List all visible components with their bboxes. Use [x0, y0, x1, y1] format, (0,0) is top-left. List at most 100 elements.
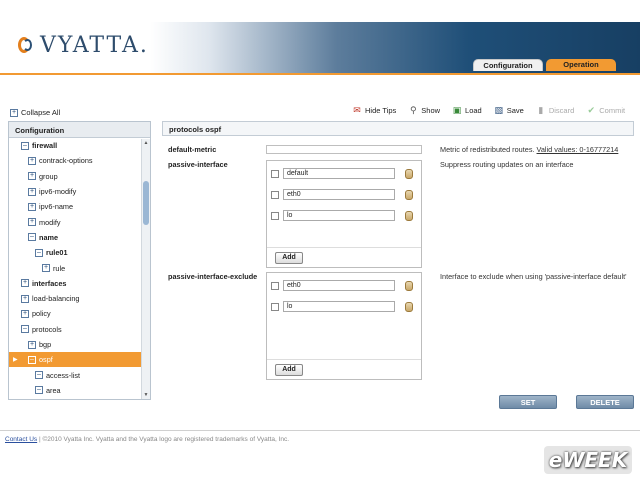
collapse-icon[interactable]: –: [21, 325, 29, 334]
delete-button[interactable]: DELETE: [576, 395, 634, 409]
scroll-down-icon[interactable]: ▼: [142, 391, 150, 399]
tree-item[interactable]: + group: [9, 169, 150, 184]
scroll-thumb[interactable]: [143, 181, 149, 225]
footer-divider: [0, 430, 640, 431]
tree-item[interactable]: + ipv6-modify: [9, 184, 150, 199]
passive-interface-exclude-tip: Interface to exclude when using 'passive…: [440, 272, 627, 281]
hide-tips-label: Hide Tips: [365, 105, 397, 115]
tree-item[interactable]: – area: [9, 383, 150, 398]
commit-button[interactable]: ✔ Commit: [586, 105, 625, 115]
expand-icon[interactable]: +: [28, 340, 36, 349]
app-header: VYATTA. Configuration Operation: [0, 0, 640, 74]
set-button[interactable]: SET: [499, 395, 557, 409]
value-checkbox[interactable]: [271, 211, 279, 220]
add-passive-interface-button[interactable]: Add: [275, 252, 303, 264]
value-checkbox[interactable]: [271, 190, 279, 199]
tree-item[interactable]: + rule: [9, 260, 150, 275]
tree-item[interactable]: – protocols: [9, 322, 150, 337]
value-row: eth0: [271, 189, 413, 200]
collapse-icon[interactable]: –: [21, 141, 29, 150]
valid-values-link[interactable]: Valid values: 0-16777214: [537, 145, 619, 154]
tree-item[interactable]: + bgp: [9, 337, 150, 352]
contact-us-link[interactable]: Contact Us: [5, 436, 37, 443]
expand-icon[interactable]: +: [28, 218, 36, 227]
tree-item-label: ipv6-name: [39, 202, 74, 212]
add-passive-interface-exclude-button[interactable]: Add: [275, 364, 303, 376]
collapse-icon[interactable]: –: [35, 371, 43, 380]
value-input[interactable]: lo: [283, 301, 395, 312]
value-input[interactable]: eth0: [283, 280, 395, 291]
tree-item[interactable]: – access-list: [9, 367, 150, 382]
collapse-icon[interactable]: –: [35, 386, 43, 395]
default-metric-tip-text: Metric of redistributed routes.: [440, 145, 535, 154]
tree-item[interactable]: ▶ – ospf: [9, 352, 150, 368]
trash-icon: ▮: [538, 105, 544, 115]
database-icon[interactable]: [405, 189, 413, 200]
load-icon: ▣: [452, 105, 462, 115]
database-icon[interactable]: [405, 280, 413, 291]
magnifier-icon: ⚲: [409, 105, 417, 115]
expand-icon[interactable]: +: [28, 172, 36, 181]
tree-item-label: contrack-options: [39, 156, 93, 166]
tree-item[interactable]: – rule01: [9, 245, 150, 260]
eweek-watermark: eWEEK: [544, 446, 632, 474]
load-label: Load: [465, 105, 482, 115]
expand-icon[interactable]: +: [21, 279, 29, 288]
save-button[interactable]: ▧ Save: [494, 105, 523, 115]
tree-item[interactable]: –auto-cost: [9, 398, 150, 399]
collapse-icon[interactable]: –: [28, 355, 36, 364]
collapse-icon[interactable]: –: [35, 248, 43, 257]
load-button[interactable]: ▣ Load: [452, 105, 482, 115]
default-metric-input[interactable]: [266, 145, 422, 154]
default-metric-label: default-metric: [168, 145, 217, 154]
expand-icon[interactable]: +: [42, 264, 50, 273]
passive-interface-label: passive-interface: [168, 160, 228, 169]
tree-item-label: policy: [32, 309, 51, 319]
default-metric-tip: Metric of redistributed routes. Valid va…: [440, 145, 618, 154]
value-checkbox[interactable]: [271, 169, 279, 178]
tree-item-label: group: [39, 171, 58, 181]
value-checkbox[interactable]: [271, 302, 279, 311]
expand-icon[interactable]: +: [28, 202, 36, 211]
tree-scrollbar[interactable]: ▲ ▼: [141, 139, 150, 399]
database-icon[interactable]: [405, 168, 413, 179]
expand-icon[interactable]: +: [21, 309, 29, 318]
tree-item[interactable]: – firewall: [9, 138, 150, 153]
divider: [267, 247, 421, 248]
tree-item[interactable]: + load-balancing: [9, 291, 150, 306]
tab-operation[interactable]: Operation: [546, 59, 616, 71]
collapse-all-button[interactable]: + Collapse All: [10, 108, 60, 117]
show-button[interactable]: ⚲ Show: [408, 105, 440, 115]
expand-icon[interactable]: +: [28, 187, 36, 196]
tab-configuration[interactable]: Configuration: [473, 59, 543, 71]
scroll-up-icon[interactable]: ▲: [142, 139, 150, 147]
collapse-icon: +: [10, 108, 18, 117]
tree-item[interactable]: + policy: [9, 306, 150, 321]
copyright-text: | ©2010 Vyatta Inc. Vyatta and the Vyatt…: [38, 436, 290, 443]
mode-tabs: Configuration Operation: [473, 59, 616, 71]
tree-item[interactable]: + interfaces: [9, 276, 150, 291]
collapse-icon[interactable]: –: [28, 233, 36, 242]
commit-label: Commit: [599, 105, 626, 115]
value-row: lo: [271, 301, 413, 312]
value-input[interactable]: default: [283, 168, 395, 179]
value-checkbox[interactable]: [271, 281, 279, 290]
tree-item[interactable]: + contrack-options: [9, 153, 150, 168]
tree-header: Configuration: [9, 122, 150, 138]
database-icon[interactable]: [405, 301, 413, 312]
tree-item-label: modify: [39, 217, 61, 227]
hide-tips-button[interactable]: ✉ Hide Tips: [352, 105, 396, 115]
database-icon[interactable]: [405, 210, 413, 221]
value-input[interactable]: lo: [283, 210, 395, 221]
discard-button[interactable]: ▮ Discard: [536, 105, 574, 115]
tree-item[interactable]: + ipv6-name: [9, 199, 150, 214]
expand-icon[interactable]: +: [21, 294, 29, 303]
tree-item-label: interfaces: [32, 278, 67, 288]
value-input[interactable]: eth0: [283, 189, 395, 200]
tree-item[interactable]: + modify: [9, 214, 150, 229]
passive-interface-values: default eth0 lo Add: [266, 160, 422, 268]
checkmark-icon: ✔: [587, 105, 596, 115]
tree-item[interactable]: – name: [9, 230, 150, 245]
tips-icon: ✉: [353, 105, 361, 115]
expand-icon[interactable]: +: [28, 156, 36, 165]
